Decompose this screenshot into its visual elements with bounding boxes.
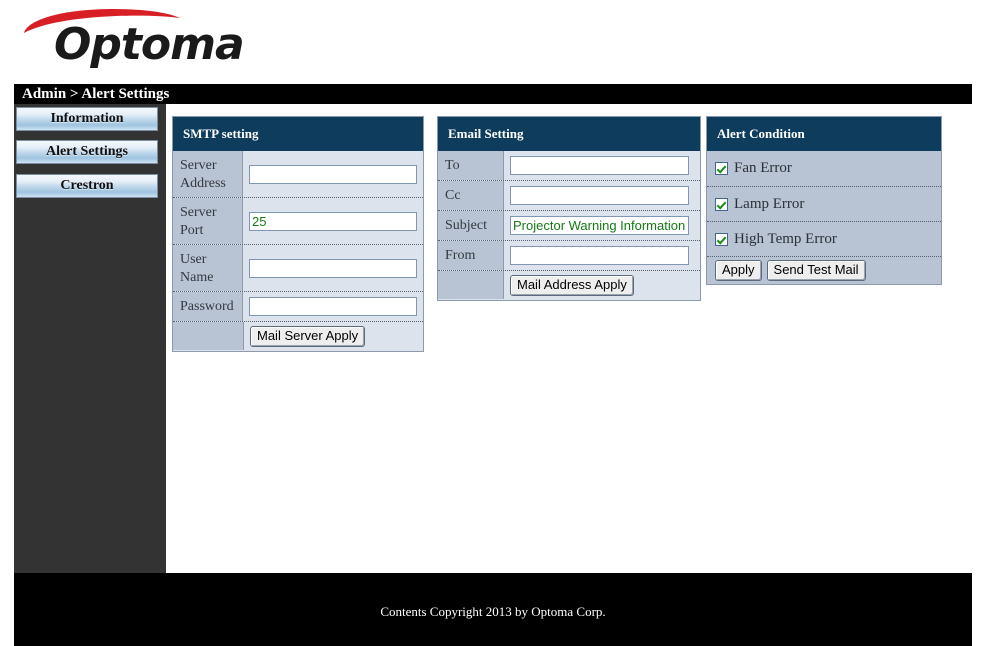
email-row-to: To [438, 151, 700, 180]
fan-error-checkbox[interactable] [715, 162, 728, 175]
smtp-field-password-cell [243, 292, 423, 321]
high-temp-error-label: High Temp Error [734, 230, 837, 247]
smtp-label-server-port: Server Port [173, 198, 243, 244]
smtp-setting-panel: SMTP setting Server Address Server Port … [172, 116, 424, 352]
email-row-subject: Subject [438, 210, 700, 240]
smtp-field-user-name-cell [243, 245, 423, 291]
lamp-error-checkbox[interactable] [715, 197, 728, 211]
smtp-label-user-name: User Name [173, 245, 243, 291]
breadcrumb-bar: Admin > Alert Settings [14, 84, 972, 104]
alert-row-fan-error[interactable]: Fan Error [707, 151, 941, 186]
email-label-spacer [438, 271, 504, 299]
footer: Contents Copyright 2013 by Optoma Corp. [14, 573, 972, 646]
alert-panel-body: Fan Error Lamp Error High Temp Error App… [707, 151, 941, 284]
email-label-to: To [438, 151, 504, 180]
sidebar-item-information[interactable]: Information [16, 107, 158, 131]
fan-error-label: Fan Error [734, 160, 792, 176]
alert-panel-title: Alert Condition [707, 117, 941, 151]
email-panel-body: To Cc Subject From [438, 151, 700, 300]
mail-server-apply-button[interactable]: Mail Server Apply [250, 326, 366, 347]
logo-wordmark: Optoma [54, 19, 245, 70]
alert-row-lamp-error[interactable]: Lamp Error [707, 186, 941, 221]
mail-address-apply-button[interactable]: Mail Address Apply [510, 275, 634, 296]
email-field-from-cell [504, 241, 700, 270]
logo-header: Optoma [0, 0, 985, 84]
smtp-password-input[interactable] [249, 297, 417, 316]
main-content: SMTP setting Server Address Server Port … [166, 104, 972, 573]
email-setting-panel: Email Setting To Cc Subject Projector Wa… [437, 116, 701, 301]
alert-condition-panel: Alert Condition Fan Error Lamp Error Hig… [706, 116, 942, 285]
alert-apply-button[interactable]: Apply [715, 260, 762, 281]
email-apply-cell: Mail Address Apply [504, 271, 700, 300]
smtp-row-user-name: User Name [173, 244, 423, 291]
email-label-cc: Cc [438, 181, 504, 210]
email-row-cc: Cc [438, 180, 700, 210]
smtp-user-name-input[interactable] [249, 258, 417, 278]
email-field-subject-cell [504, 211, 700, 240]
send-test-mail-button[interactable]: Send Test Mail [766, 260, 866, 281]
smtp-field-server-address-cell [243, 151, 423, 197]
optoma-logo: Optoma [22, 6, 245, 68]
smtp-label-password: Password [173, 292, 243, 321]
alert-row-high-temp-error[interactable]: High Temp Error [707, 221, 941, 256]
high-temp-error-checkbox[interactable] [715, 232, 728, 246]
sidebar-item-alert-settings[interactable]: Alert Settings [16, 140, 158, 164]
smtp-label-server-address: Server Address [173, 151, 243, 197]
email-field-cc-cell [504, 181, 700, 210]
email-label-subject: Subject [438, 211, 504, 240]
smtp-panel-title: SMTP setting [173, 117, 423, 151]
smtp-server-address-input[interactable] [249, 164, 417, 184]
smtp-row-server-port: Server Port [173, 197, 423, 244]
smtp-row-apply: Mail Server Apply [173, 321, 423, 351]
sidebar: Information Alert Settings Crestron [14, 104, 166, 573]
email-subject-input[interactable] [510, 216, 689, 235]
email-cc-input[interactable] [510, 186, 689, 205]
alert-button-row: Apply Send Test Mail [707, 256, 941, 284]
smtp-row-password: Password [173, 291, 423, 321]
email-label-from: From [438, 241, 504, 270]
email-field-to-cell [504, 151, 700, 180]
smtp-server-port-input[interactable] [249, 211, 417, 231]
smtp-row-server-address: Server Address [173, 151, 423, 197]
smtp-field-server-port-cell [243, 198, 423, 244]
email-to-input[interactable] [510, 156, 689, 175]
smtp-label-spacer [173, 322, 244, 350]
email-panel-title: Email Setting [438, 117, 700, 151]
smtp-apply-cell: Mail Server Apply [244, 322, 423, 351]
email-row-apply: Mail Address Apply [438, 270, 700, 300]
sidebar-item-crestron[interactable]: Crestron [16, 174, 158, 198]
email-from-input[interactable] [510, 246, 689, 265]
breadcrumb: Admin > Alert Settings [22, 86, 170, 102]
lamp-error-label: Lamp Error [734, 195, 805, 212]
smtp-panel-body: Server Address Server Port User Name Pas… [173, 151, 423, 351]
copyright-text: Contents Copyright 2013 by Optoma Corp. [380, 604, 606, 619]
email-row-from: From [438, 240, 700, 270]
